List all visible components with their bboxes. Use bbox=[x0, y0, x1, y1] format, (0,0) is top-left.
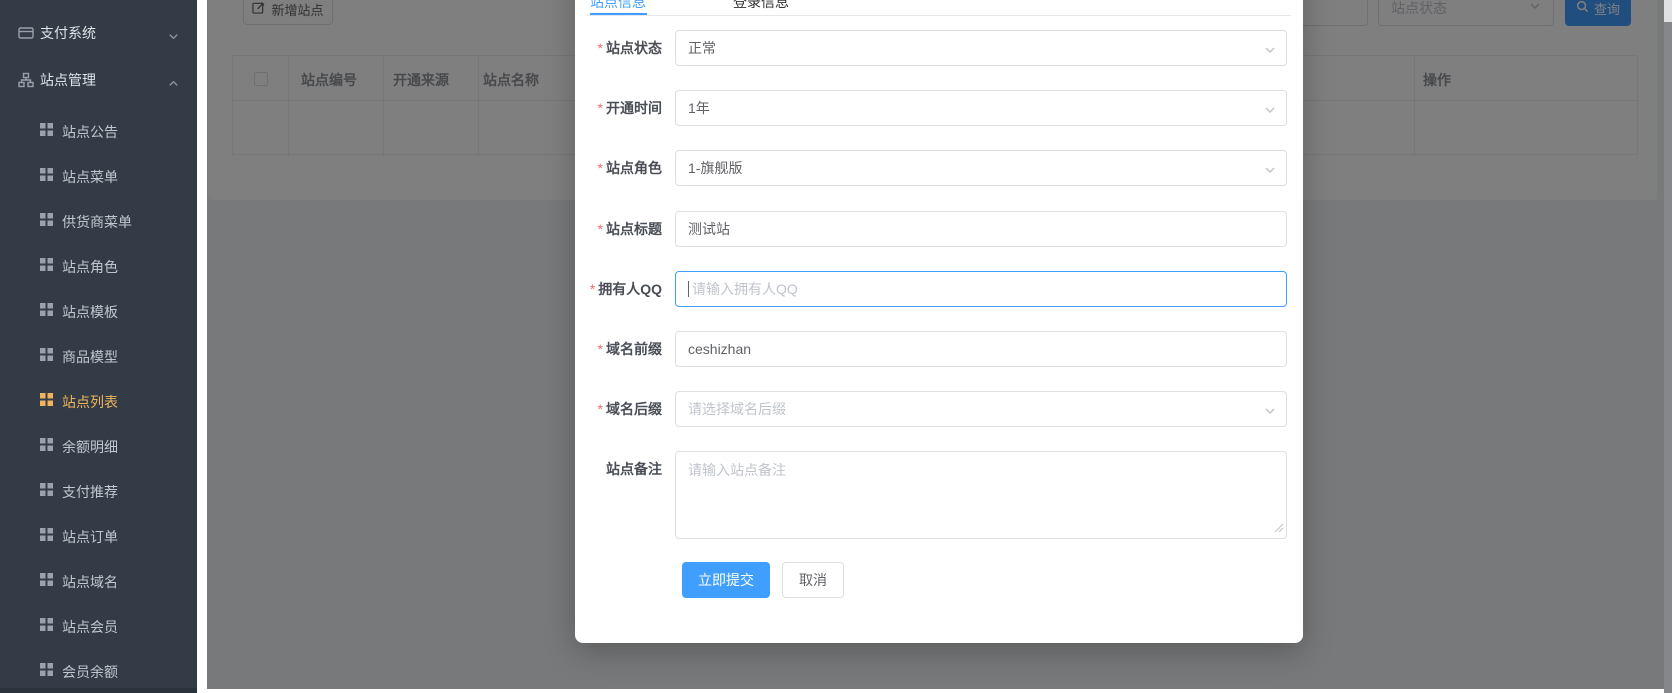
bank-card-icon bbox=[18, 25, 34, 46]
grid-icon bbox=[40, 303, 53, 321]
required-asterisk: * bbox=[597, 221, 603, 237]
grid-icon bbox=[40, 213, 53, 231]
sidebar-item-label: 站点域名 bbox=[62, 574, 118, 590]
chevron-up-icon bbox=[168, 76, 179, 94]
vertical-scrollbar[interactable] bbox=[1664, 0, 1672, 693]
required-asterisk: * bbox=[589, 281, 596, 297]
grid-icon bbox=[40, 438, 53, 456]
sidebar-item[interactable]: 站点菜单 bbox=[0, 152, 197, 197]
sidebar-item[interactable]: 余额明细 bbox=[0, 422, 197, 467]
site-remark-label: 站点备注 bbox=[606, 461, 662, 477]
sidebar-item-label: 站点会员 bbox=[62, 619, 118, 635]
sidebar-item-label: 供货商菜单 bbox=[62, 214, 132, 230]
sidebar: 支付系统 站点管理 站点公告站点菜单供货商菜单站点角色站点模板商品模型站点列表余… bbox=[0, 0, 197, 693]
required-asterisk: * bbox=[597, 341, 603, 357]
sidebar-item[interactable]: 站点列表 bbox=[0, 377, 197, 422]
sidebar-item[interactable]: 支付推荐 bbox=[0, 467, 197, 512]
grid-icon bbox=[40, 663, 53, 681]
open-duration-select[interactable]: 1年 bbox=[675, 90, 1287, 126]
sidebar-item[interactable]: 站点模板 bbox=[0, 287, 197, 332]
required-asterisk: * bbox=[597, 160, 603, 176]
required-asterisk: * bbox=[597, 100, 603, 116]
cancel-button[interactable]: 取消 bbox=[782, 562, 844, 598]
sidebar-item[interactable]: 站点会员 bbox=[0, 602, 197, 647]
domain-prefix-input[interactable]: ceshizhan bbox=[675, 331, 1287, 367]
app-window: 新增站点 站点状态 查询 bbox=[0, 0, 1672, 693]
resize-handle-icon[interactable] bbox=[1274, 520, 1284, 536]
sidebar-item-label: 站点菜单 bbox=[62, 169, 118, 185]
site-status-label: * 站点状态 bbox=[597, 40, 662, 56]
tab-login-info[interactable]: 登录信息 bbox=[733, 0, 789, 10]
sidebar-item-label: 会员余额 bbox=[62, 664, 118, 680]
text-caret bbox=[688, 281, 689, 297]
sidebar-group-payment-system[interactable]: 支付系统 bbox=[0, 10, 197, 56]
required-asterisk: * bbox=[597, 401, 603, 417]
domain-suffix-label: * 域名后缀 bbox=[597, 401, 662, 417]
owner-qq-label: * 拥有人QQ bbox=[589, 281, 662, 297]
sidebar-item[interactable]: 站点订单 bbox=[0, 512, 197, 557]
site-role-select[interactable]: 1-旗舰版 bbox=[675, 150, 1287, 186]
sidebar-item-label: 站点列表 bbox=[62, 394, 118, 410]
sidebar-item[interactable]: 站点角色 bbox=[0, 242, 197, 287]
grid-icon bbox=[40, 528, 53, 546]
site-title-label: * 站点标题 bbox=[597, 221, 662, 237]
sidebar-item[interactable]: 会员余额 bbox=[0, 647, 197, 692]
sidebar-item-label: 余额明细 bbox=[62, 439, 118, 455]
chevron-down-icon bbox=[1264, 103, 1276, 119]
site-role-label: * 站点角色 bbox=[597, 160, 662, 176]
scrollbar-thumb[interactable] bbox=[1664, 0, 1672, 22]
sidebar-group-label: 站点管理 bbox=[40, 72, 96, 88]
sidebar-item[interactable]: 供货商菜单 bbox=[0, 197, 197, 242]
site-form-modal: 站点信息 登录信息 * 站点状态 正常 * 开通时间 1年 * 站点角色 1-旗舰版 bbox=[575, 0, 1303, 643]
sidebar-item-label: 支付推荐 bbox=[62, 484, 118, 500]
sidebar-item-label: 商品模型 bbox=[62, 349, 118, 365]
sidebar-item-label: 站点公告 bbox=[62, 124, 118, 140]
sidebar-item[interactable]: 站点域名 bbox=[0, 557, 197, 602]
sidebar-bottom-strip bbox=[0, 688, 197, 693]
chevron-down-icon bbox=[168, 29, 179, 47]
chevron-down-icon bbox=[1264, 43, 1276, 59]
sidebar-group-site-management[interactable]: 站点管理 bbox=[0, 57, 197, 103]
tab-site-info[interactable]: 站点信息 bbox=[590, 0, 646, 10]
sidebar-item-label: 站点模板 bbox=[62, 304, 118, 320]
sidebar-item-label: 站点角色 bbox=[62, 259, 118, 275]
sitemap-icon bbox=[18, 72, 34, 93]
grid-icon bbox=[40, 573, 53, 591]
domain-prefix-label: * 域名前缀 bbox=[597, 341, 662, 357]
sidebar-item-label: 站点订单 bbox=[62, 529, 118, 545]
grid-icon bbox=[40, 123, 53, 141]
site-title-input[interactable]: 测试站 bbox=[675, 211, 1287, 247]
grid-icon bbox=[40, 348, 53, 366]
sidebar-submenu: 站点公告站点菜单供货商菜单站点角色站点模板商品模型站点列表余额明细支付推荐站点订… bbox=[0, 107, 197, 692]
domain-suffix-select[interactable]: 请选择域名后缀 bbox=[675, 391, 1287, 427]
owner-qq-input[interactable]: 请输入拥有人QQ bbox=[675, 271, 1287, 307]
tab-bottom-border bbox=[587, 15, 1291, 16]
sidebar-item[interactable]: 商品模型 bbox=[0, 332, 197, 377]
site-status-select[interactable]: 正常 bbox=[675, 30, 1287, 66]
sidebar-group-label: 支付系统 bbox=[40, 25, 96, 41]
required-asterisk: * bbox=[597, 40, 603, 56]
chevron-down-icon bbox=[1264, 163, 1276, 179]
grid-icon bbox=[40, 393, 53, 411]
grid-icon bbox=[40, 168, 53, 186]
grid-icon bbox=[40, 618, 53, 636]
site-remark-textarea[interactable]: 请输入站点备注 bbox=[675, 451, 1287, 539]
grid-icon bbox=[40, 483, 53, 501]
open-duration-label: * 开通时间 bbox=[597, 100, 662, 116]
submit-button[interactable]: 立即提交 bbox=[682, 562, 770, 598]
chevron-down-icon bbox=[1264, 404, 1276, 420]
sidebar-item[interactable]: 站点公告 bbox=[0, 107, 197, 152]
grid-icon bbox=[40, 258, 53, 276]
